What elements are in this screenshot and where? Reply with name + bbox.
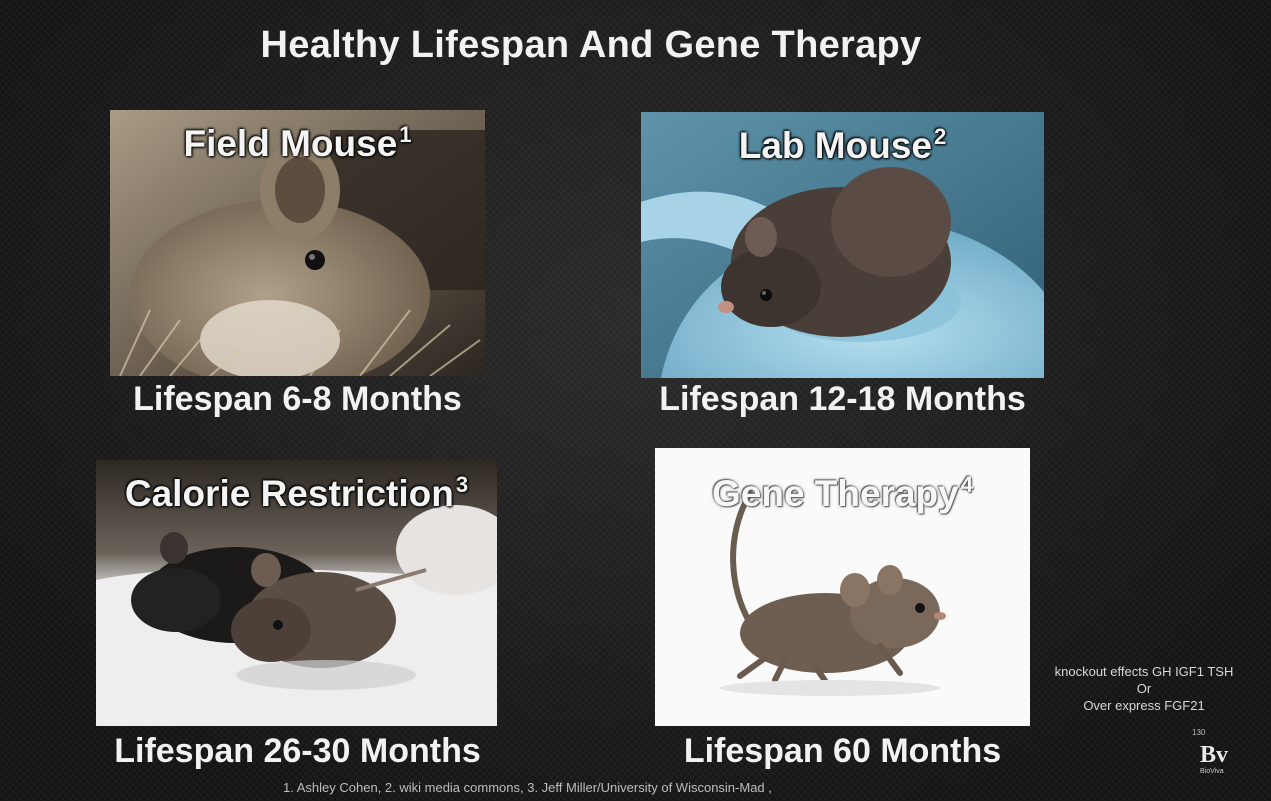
field-mouse-heading: Field Mouse1 <box>183 122 412 164</box>
slide-title: Healthy Lifespan And Gene Therapy <box>260 24 922 66</box>
lab-mouse-photo: Lab Mouse2 <box>641 112 1044 378</box>
references-footer: 1. Ashley Cohen, 2. wiki media commons, … <box>283 780 772 795</box>
gene-therapy-heading: Gene Therapy4 <box>711 472 973 514</box>
slide-number: 130 <box>1192 728 1206 737</box>
gene-note-line1: knockout effects GH IGF1 TSH <box>1054 664 1234 679</box>
lab-mouse-heading: Lab Mouse2 <box>738 124 947 166</box>
lab-mouse-lifespan: Lifespan 12-18 Months <box>659 380 1026 418</box>
gene-note-line2: Or <box>1136 681 1152 696</box>
gene-note: knockout effects GH IGF1 TSH Or Over exp… <box>1038 663 1250 714</box>
logo-name: BioViva <box>1200 768 1224 775</box>
gene-therapy-photo: Gene Therapy4 <box>655 448 1030 726</box>
gene-note-line3: Over express FGF21 <box>1083 698 1205 713</box>
gene-therapy-lifespan: Lifespan 60 Months <box>683 732 1002 770</box>
logo-mark: Bv <box>1200 742 1229 768</box>
slide: Healthy Lifespan And Gene Therapy Field … <box>0 0 1271 801</box>
calorie-restriction-heading: Calorie Restriction3 <box>124 472 469 514</box>
calorie-restriction-photo: Calorie Restriction3 <box>96 460 497 726</box>
calorie-restriction-lifespan: Lifespan 26-30 Months <box>114 732 481 770</box>
bioviva-logo: 130 Bv BioViva <box>1190 728 1234 790</box>
field-mouse-lifespan: Lifespan 6-8 Months <box>133 380 462 418</box>
field-mouse-photo: Field Mouse1 <box>110 110 485 376</box>
